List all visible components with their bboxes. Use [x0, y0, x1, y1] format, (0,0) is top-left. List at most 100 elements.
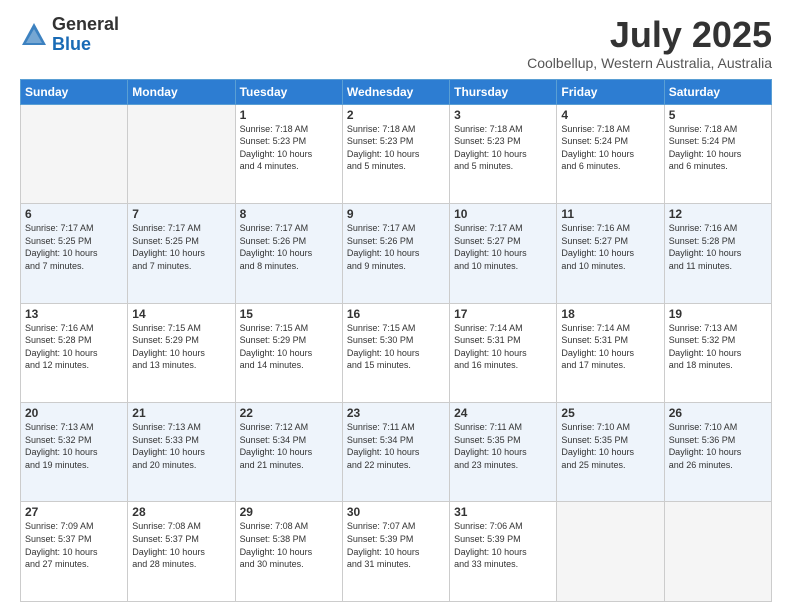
weekday-header: Sunday: [21, 79, 128, 104]
day-number: 9: [347, 207, 445, 221]
month-year: July 2025: [527, 15, 772, 55]
day-number: 5: [669, 108, 767, 122]
logo-blue: Blue: [52, 34, 91, 54]
day-info: Sunrise: 7:16 AM Sunset: 5:27 PM Dayligh…: [561, 222, 659, 272]
calendar-day-cell: 13Sunrise: 7:16 AM Sunset: 5:28 PM Dayli…: [21, 303, 128, 402]
calendar-day-cell: 30Sunrise: 7:07 AM Sunset: 5:39 PM Dayli…: [342, 502, 449, 602]
day-number: 4: [561, 108, 659, 122]
title-block: July 2025 Coolbellup, Western Australia,…: [527, 15, 772, 71]
calendar-day-cell: 20Sunrise: 7:13 AM Sunset: 5:32 PM Dayli…: [21, 403, 128, 502]
calendar-day-cell: 24Sunrise: 7:11 AM Sunset: 5:35 PM Dayli…: [450, 403, 557, 502]
day-info: Sunrise: 7:15 AM Sunset: 5:29 PM Dayligh…: [132, 322, 230, 372]
day-info: Sunrise: 7:16 AM Sunset: 5:28 PM Dayligh…: [25, 322, 123, 372]
calendar-day-cell: 15Sunrise: 7:15 AM Sunset: 5:29 PM Dayli…: [235, 303, 342, 402]
day-info: Sunrise: 7:15 AM Sunset: 5:30 PM Dayligh…: [347, 322, 445, 372]
day-number: 29: [240, 505, 338, 519]
day-number: 23: [347, 406, 445, 420]
day-info: Sunrise: 7:17 AM Sunset: 5:25 PM Dayligh…: [132, 222, 230, 272]
calendar-day-cell: 29Sunrise: 7:08 AM Sunset: 5:38 PM Dayli…: [235, 502, 342, 602]
day-info: Sunrise: 7:17 AM Sunset: 5:27 PM Dayligh…: [454, 222, 552, 272]
day-info: Sunrise: 7:11 AM Sunset: 5:35 PM Dayligh…: [454, 421, 552, 471]
day-number: 11: [561, 207, 659, 221]
day-info: Sunrise: 7:08 AM Sunset: 5:37 PM Dayligh…: [132, 520, 230, 570]
day-info: Sunrise: 7:15 AM Sunset: 5:29 PM Dayligh…: [240, 322, 338, 372]
page: General Blue July 2025 Coolbellup, Weste…: [0, 0, 792, 612]
logo: General Blue: [20, 15, 119, 55]
day-number: 22: [240, 406, 338, 420]
calendar-day-cell: 25Sunrise: 7:10 AM Sunset: 5:35 PM Dayli…: [557, 403, 664, 502]
day-number: 20: [25, 406, 123, 420]
calendar-week-row: 13Sunrise: 7:16 AM Sunset: 5:28 PM Dayli…: [21, 303, 772, 402]
calendar-day-cell: 27Sunrise: 7:09 AM Sunset: 5:37 PM Dayli…: [21, 502, 128, 602]
calendar-day-cell: 19Sunrise: 7:13 AM Sunset: 5:32 PM Dayli…: [664, 303, 771, 402]
calendar-day-cell: 31Sunrise: 7:06 AM Sunset: 5:39 PM Dayli…: [450, 502, 557, 602]
calendar-week-row: 20Sunrise: 7:13 AM Sunset: 5:32 PM Dayli…: [21, 403, 772, 502]
calendar-day-cell: 18Sunrise: 7:14 AM Sunset: 5:31 PM Dayli…: [557, 303, 664, 402]
day-number: 30: [347, 505, 445, 519]
calendar-week-row: 6Sunrise: 7:17 AM Sunset: 5:25 PM Daylig…: [21, 204, 772, 303]
day-info: Sunrise: 7:17 AM Sunset: 5:25 PM Dayligh…: [25, 222, 123, 272]
day-info: Sunrise: 7:17 AM Sunset: 5:26 PM Dayligh…: [240, 222, 338, 272]
logo-general: General: [52, 14, 119, 34]
day-number: 18: [561, 307, 659, 321]
day-info: Sunrise: 7:13 AM Sunset: 5:32 PM Dayligh…: [669, 322, 767, 372]
day-number: 19: [669, 307, 767, 321]
day-info: Sunrise: 7:18 AM Sunset: 5:23 PM Dayligh…: [454, 123, 552, 173]
weekday-header: Monday: [128, 79, 235, 104]
day-number: 25: [561, 406, 659, 420]
calendar-day-cell: [128, 104, 235, 203]
day-number: 16: [347, 307, 445, 321]
day-info: Sunrise: 7:18 AM Sunset: 5:24 PM Dayligh…: [669, 123, 767, 173]
calendar-day-cell: 4Sunrise: 7:18 AM Sunset: 5:24 PM Daylig…: [557, 104, 664, 203]
calendar-day-cell: 14Sunrise: 7:15 AM Sunset: 5:29 PM Dayli…: [128, 303, 235, 402]
day-number: 26: [669, 406, 767, 420]
weekday-header: Saturday: [664, 79, 771, 104]
calendar-day-cell: 12Sunrise: 7:16 AM Sunset: 5:28 PM Dayli…: [664, 204, 771, 303]
day-number: 12: [669, 207, 767, 221]
day-info: Sunrise: 7:13 AM Sunset: 5:32 PM Dayligh…: [25, 421, 123, 471]
day-number: 10: [454, 207, 552, 221]
header: General Blue July 2025 Coolbellup, Weste…: [20, 15, 772, 71]
logo-text: General Blue: [52, 15, 119, 55]
day-info: Sunrise: 7:14 AM Sunset: 5:31 PM Dayligh…: [454, 322, 552, 372]
calendar-day-cell: 1Sunrise: 7:18 AM Sunset: 5:23 PM Daylig…: [235, 104, 342, 203]
calendar-day-cell: 23Sunrise: 7:11 AM Sunset: 5:34 PM Dayli…: [342, 403, 449, 502]
calendar-day-cell: 26Sunrise: 7:10 AM Sunset: 5:36 PM Dayli…: [664, 403, 771, 502]
calendar-day-cell: 22Sunrise: 7:12 AM Sunset: 5:34 PM Dayli…: [235, 403, 342, 502]
day-number: 14: [132, 307, 230, 321]
day-info: Sunrise: 7:10 AM Sunset: 5:35 PM Dayligh…: [561, 421, 659, 471]
calendar-day-cell: 11Sunrise: 7:16 AM Sunset: 5:27 PM Dayli…: [557, 204, 664, 303]
calendar-day-cell: 16Sunrise: 7:15 AM Sunset: 5:30 PM Dayli…: [342, 303, 449, 402]
day-number: 21: [132, 406, 230, 420]
day-number: 2: [347, 108, 445, 122]
day-number: 27: [25, 505, 123, 519]
day-info: Sunrise: 7:10 AM Sunset: 5:36 PM Dayligh…: [669, 421, 767, 471]
weekday-header: Wednesday: [342, 79, 449, 104]
day-number: 1: [240, 108, 338, 122]
calendar-day-cell: 9Sunrise: 7:17 AM Sunset: 5:26 PM Daylig…: [342, 204, 449, 303]
day-number: 13: [25, 307, 123, 321]
calendar-week-row: 1 Sunrise: 7:18 AM Sunset: 5:23 PM Daylig…: [21, 104, 772, 203]
day-info: Sunrise: 7:07 AM Sunset: 5:39 PM Dayligh…: [347, 520, 445, 570]
calendar-day-cell: 8Sunrise: 7:17 AM Sunset: 5:26 PM Daylig…: [235, 204, 342, 303]
calendar-week-row: 27Sunrise: 7:09 AM Sunset: 5:37 PM Dayli…: [21, 502, 772, 602]
day-info: Sunrise: 7:11 AM Sunset: 5:34 PM Dayligh…: [347, 421, 445, 471]
calendar-table: SundayMondayTuesdayWednesdayThursdayFrid…: [20, 79, 772, 602]
calendar-day-cell: 6Sunrise: 7:17 AM Sunset: 5:25 PM Daylig…: [21, 204, 128, 303]
calendar-day-cell: 28Sunrise: 7:08 AM Sunset: 5:37 PM Dayli…: [128, 502, 235, 602]
calendar-day-cell: 21Sunrise: 7:13 AM Sunset: 5:33 PM Dayli…: [128, 403, 235, 502]
day-info: Sunrise: 7:12 AM Sunset: 5:34 PM Dayligh…: [240, 421, 338, 471]
logo-icon: [20, 21, 48, 49]
day-number: 3: [454, 108, 552, 122]
day-number: 15: [240, 307, 338, 321]
calendar-day-cell: 5Sunrise: 7:18 AM Sunset: 5:24 PM Daylig…: [664, 104, 771, 203]
calendar-header-row: SundayMondayTuesdayWednesdayThursdayFrid…: [21, 79, 772, 104]
location: Coolbellup, Western Australia, Australia: [527, 55, 772, 71]
day-number: 17: [454, 307, 552, 321]
day-info: Sunrise: 7:09 AM Sunset: 5:37 PM Dayligh…: [25, 520, 123, 570]
day-info: Sunrise: 7:16 AM Sunset: 5:28 PM Dayligh…: [669, 222, 767, 272]
calendar-day-cell: [664, 502, 771, 602]
calendar-day-cell: 10Sunrise: 7:17 AM Sunset: 5:27 PM Dayli…: [450, 204, 557, 303]
day-info: Sunrise: 7:17 AM Sunset: 5:26 PM Dayligh…: [347, 222, 445, 272]
day-number: 6: [25, 207, 123, 221]
